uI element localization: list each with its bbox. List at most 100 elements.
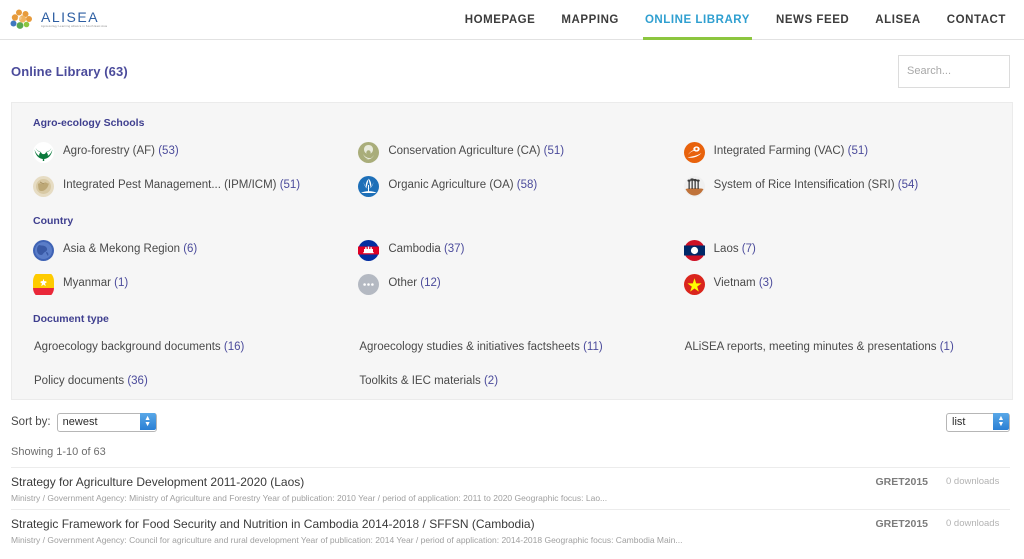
facet-text: Organic Agriculture (OA) (388, 179, 514, 192)
facet-text: Agroecology studies & initiatives factsh… (359, 341, 580, 354)
facet-row: Agroecology background documents (16) Ag… (24, 331, 1000, 365)
facet-group-schools: Agro-forestry (AF) (53) Conservation Agr… (24, 135, 1000, 203)
system-rice-intensification-icon (683, 175, 705, 197)
facet-row: Asia & Mekong Region (6) Cambodia (37) L… (24, 233, 1000, 267)
nav-item-online-library[interactable]: ONLINE LIBRARY (642, 0, 753, 40)
facet-agroecology-background-documents[interactable]: Agroecology background documents (16) (24, 331, 349, 365)
facet-toolkits-iec-materials[interactable]: Toolkits & IEC materials (2) (349, 365, 674, 399)
facet-label: Agroecology background documents (16) (34, 342, 244, 354)
myanmar-flag-icon (33, 270, 54, 298)
result-item[interactable]: Strategic Framework for Food Security an… (11, 508, 1010, 551)
facet-count: (51) (543, 145, 565, 158)
facet-count: (1) (114, 277, 129, 290)
facet-label: ALiSEA reports, meeting minutes & presen… (685, 342, 954, 354)
organic-agriculture-icon (358, 175, 380, 197)
result-side: GRET2015 0 downloads (875, 475, 1010, 488)
site-logo[interactable]: ALISEA Agroecology Learning alliance in … (10, 8, 107, 32)
facet-count: (6) (183, 243, 198, 256)
facet-label: Asia & Mekong Region (6) (63, 244, 197, 256)
logo-text-block: ALISEA Agroecology Learning alliance in … (41, 10, 107, 29)
facet-myanmar[interactable]: Myanmar (1) (24, 267, 349, 301)
facet-label: System of Rice Intensification (SRI) (54… (714, 180, 919, 192)
result-title[interactable]: Strategy for Agriculture Development 201… (11, 475, 865, 490)
facet-panel: Agro-ecology Schools Agro-forestry (AF) … (11, 102, 1013, 400)
facet-text: Agro-forestry (AF) (63, 145, 156, 158)
sort-select-wrapper: newest ▲ ▼ (56, 412, 157, 432)
facet-label: Agro-forestry (AF) (53) (63, 146, 179, 158)
facet-alisea-reports-minutes-presentations[interactable]: ALiSEA reports, meeting minutes & presen… (675, 331, 1000, 365)
results-list: Showing 1-10 of 63 Strategy for Agricult… (0, 442, 1024, 551)
facet-row: Agro-forestry (AF) (53) Conservation Agr… (24, 135, 1000, 169)
facet-group-title-document-type: Document type (33, 313, 109, 325)
facet-organic-agriculture[interactable]: Organic Agriculture (OA) (58) (349, 169, 674, 203)
facet-text: Conservation Agriculture (CA) (388, 145, 541, 158)
facet-count: (36) (127, 375, 148, 388)
facet-label: Myanmar (1) (63, 278, 128, 290)
nav-item-news-feed[interactable]: NEWS FEED (776, 0, 849, 40)
facet-cambodia[interactable]: Cambodia (37) (349, 233, 674, 267)
result-main: Strategic Framework for Food Security an… (11, 517, 875, 545)
page-titlebar: Online Library (63) (0, 40, 1024, 102)
facet-asia-mekong-region[interactable]: Asia & Mekong Region (6) (24, 233, 349, 267)
asia-mekong-icon (33, 239, 54, 261)
facet-text: Integrated Farming (VAC) (713, 145, 845, 158)
facet-other[interactable]: Other (12) (349, 267, 674, 301)
sort-controls: Sort by: newest ▲ ▼ (11, 412, 157, 432)
result-source: GRET2015 (875, 517, 928, 530)
sort-by-label: Sort by: (11, 415, 51, 428)
facet-text: Policy documents (34, 375, 125, 388)
facet-count: (11) (583, 341, 603, 354)
facet-label: Vietnam (3) (714, 278, 773, 290)
facet-text: System of Rice Intensification (SRI) (713, 179, 895, 192)
nav-item-alisea[interactable]: ALISEA (875, 0, 920, 40)
page-title: Online Library (63) (11, 63, 128, 79)
facet-conservation-agriculture[interactable]: Conservation Agriculture (CA) (51) (349, 135, 674, 169)
facet-label: Integrated Farming (VAC) (51) (714, 146, 868, 158)
search-input[interactable] (898, 54, 1010, 88)
facet-label: Organic Agriculture (OA) (58) (388, 180, 537, 192)
facet-empty-slot (675, 365, 1000, 399)
facet-label: Toolkits & IEC materials (2) (359, 376, 498, 388)
facet-label: Conservation Agriculture (CA) (51) (388, 146, 564, 158)
facet-text: Asia & Mekong Region (63, 243, 180, 256)
nav-item-contact[interactable]: CONTACT (947, 0, 1006, 40)
facet-text: Myanmar (63, 277, 111, 290)
facet-count: (54) (897, 179, 919, 192)
facet-system-of-rice-intensification[interactable]: System of Rice Intensification (SRI) (54… (675, 169, 1000, 203)
facet-agro-forestry[interactable]: Agro-forestry (AF) (53) (24, 135, 349, 169)
facet-text: Laos (713, 243, 739, 256)
facet-row: Myanmar (1) Other (12) Vietnam (3) (24, 267, 1000, 301)
facet-label: Agroecology studies & initiatives factsh… (359, 342, 602, 354)
integrated-pest-management-icon (33, 175, 54, 197)
nav-item-mapping[interactable]: MAPPING (561, 0, 619, 40)
view-mode-select[interactable]: list (946, 412, 1010, 432)
facet-count: (16) (223, 341, 245, 354)
result-main: Strategy for Agriculture Development 201… (11, 475, 875, 503)
facet-row: Policy documents (36) Toolkits & IEC mat… (24, 365, 1000, 399)
alisea-logo-icon (10, 8, 38, 32)
facet-agroecology-studies-factsheets[interactable]: Agroecology studies & initiatives factsh… (349, 331, 674, 365)
other-icon (358, 273, 380, 295)
facet-vietnam[interactable]: Vietnam (3) (675, 267, 1000, 301)
sort-select[interactable]: newest (56, 412, 157, 432)
facet-policy-documents[interactable]: Policy documents (36) (24, 365, 349, 399)
result-side: GRET2015 0 downloads (875, 517, 1010, 530)
result-item[interactable]: Strategy for Agriculture Development 201… (11, 466, 1010, 509)
facet-integrated-pest-management[interactable]: Integrated Pest Management... (IPM/ICM) … (24, 169, 349, 203)
facet-count: (7) (741, 243, 756, 256)
facet-text: Vietnam (713, 277, 756, 290)
facet-integrated-farming[interactable]: Integrated Farming (VAC) (51) (675, 135, 1000, 169)
facet-laos[interactable]: Laos (7) (675, 233, 1000, 267)
result-title[interactable]: Strategic Framework for Food Security an… (11, 517, 865, 532)
facet-count: (1) (939, 341, 954, 354)
facet-text: Other (388, 277, 418, 290)
facet-text: Agroecology background documents (34, 341, 221, 354)
facet-count: (2) (483, 375, 499, 388)
facet-group-country: Asia & Mekong Region (6) Cambodia (37) L… (24, 233, 1000, 301)
integrated-farming-icon (683, 141, 705, 163)
result-meta: Ministry / Government Agency: Council fo… (11, 534, 683, 545)
nav-item-homepage[interactable]: HOMEPAGE (465, 0, 536, 40)
facet-count: (12) (420, 277, 441, 290)
result-source: GRET2015 (875, 475, 928, 488)
agroforestry-icon (33, 141, 54, 163)
